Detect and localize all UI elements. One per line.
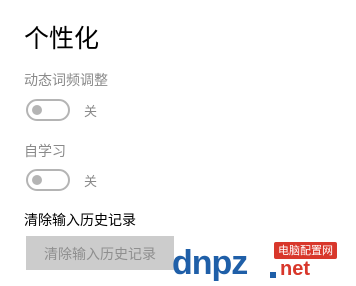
dynamic-frequency-row: 关 — [26, 99, 97, 121]
toggle-knob-icon — [32, 105, 42, 115]
watermark-badge: 电脑配置网 — [274, 242, 337, 259]
self-learning-row: 关 — [26, 169, 97, 191]
toggle-knob-icon — [32, 175, 42, 185]
watermark-brand: dnpz — [172, 244, 248, 282]
clear-history-label: 清除输入历史记录 — [24, 213, 136, 229]
clear-history-button[interactable]: 清除输入历史记录 — [26, 236, 174, 270]
dynamic-frequency-label: 动态词频调整 — [24, 73, 108, 89]
watermark-suffix: net — [280, 258, 310, 280]
watermark-logo: dnpz 电脑配置网 net — [172, 238, 352, 282]
watermark-dot-icon — [270, 272, 276, 278]
self-learning-label: 自学习 — [24, 144, 66, 160]
self-learning-state: 关 — [84, 174, 98, 190]
dynamic-frequency-state: 关 — [84, 104, 98, 120]
page-title: 个性化 — [24, 24, 100, 53]
self-learning-toggle[interactable] — [26, 169, 70, 191]
dynamic-frequency-toggle[interactable] — [26, 99, 70, 121]
